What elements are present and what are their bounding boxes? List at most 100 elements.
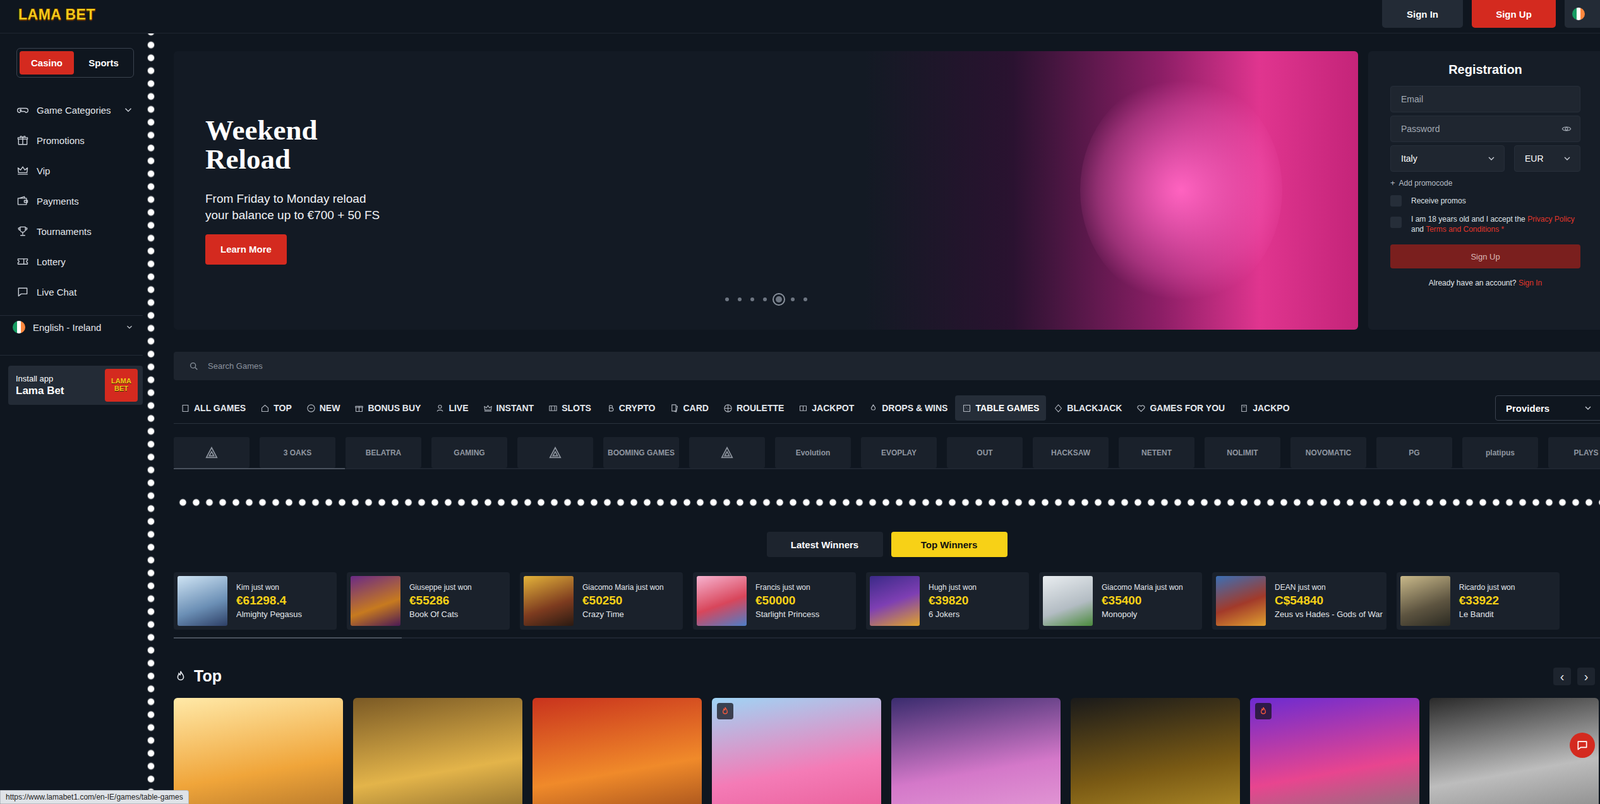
game-tile[interactable] <box>1070 697 1240 804</box>
mode-button[interactable]: Sports <box>76 51 131 75</box>
carousel-dot[interactable] <box>790 297 795 302</box>
sidebar-item[interactable]: Payments <box>0 185 143 217</box>
carousel-dot[interactable] <box>775 296 782 303</box>
category-tab[interactable]: TABLE GAMES <box>955 395 1047 421</box>
sidebar-item[interactable]: Promotions <box>0 125 143 156</box>
currency-select[interactable]: EUR <box>1514 145 1581 172</box>
add-promocode-link[interactable]: +Add promocode <box>1390 178 1581 188</box>
sidebar-item[interactable]: Game Categories <box>0 94 143 126</box>
provider-logo[interactable] <box>517 437 594 469</box>
provider-logo[interactable]: BELATRA <box>345 437 422 469</box>
next-button[interactable]: › <box>1577 667 1595 686</box>
winner-card[interactable]: Francis just won€50000Starlight Princess <box>692 572 856 630</box>
separator <box>0 354 143 356</box>
provider-logo[interactable]: NOVOMATIC <box>1290 437 1367 469</box>
winner-card[interactable]: DEAN just wonC$54840Zeus vs Hades - Gods… <box>1212 572 1387 630</box>
terms-link[interactable]: Terms and Conditions <box>1425 224 1499 234</box>
winners-tab[interactable]: Top Winners <box>891 531 1008 558</box>
sidebar-item[interactable]: Tournaments <box>0 216 143 247</box>
terms-checkbox[interactable]: I am 18 years old and I accept the Priva… <box>1390 214 1581 235</box>
learn-more-button[interactable]: Learn More <box>205 234 287 265</box>
provider-logo[interactable]: platipus <box>1462 437 1539 469</box>
category-tab[interactable]: JACKPOT <box>791 395 861 421</box>
carousel-dot[interactable] <box>725 297 729 302</box>
winners-tab[interactable]: Latest Winners <box>766 531 884 558</box>
winner-card[interactable]: Ricardo just won€33922Le Bandit <box>1396 572 1560 630</box>
category-tab[interactable]: BONUS BUY <box>347 395 428 421</box>
provider-logo[interactable] <box>689 437 765 469</box>
game-tile[interactable] <box>711 697 882 804</box>
logo[interactable]: LAMA BET <box>18 6 96 24</box>
scroll-thumb[interactable] <box>173 468 345 470</box>
mode-button[interactable]: Casino <box>19 51 74 75</box>
winner-card[interactable]: Giuseppe just won€55286Book Of Cats <box>346 572 510 630</box>
live-chat-button[interactable] <box>1569 732 1595 758</box>
category-tab[interactable]: JACKPO <box>1232 395 1297 421</box>
password-input[interactable] <box>1390 115 1581 143</box>
registration-sign-up-button[interactable]: Sign Up <box>1390 244 1581 269</box>
provider-scrollbar[interactable] <box>173 468 1600 470</box>
provider-logo[interactable]: PLAYS <box>1548 437 1600 469</box>
category-tab[interactable]: LIVE <box>428 395 476 421</box>
provider-logo[interactable] <box>173 437 250 469</box>
category-tab[interactable]: DROPS & WINS <box>861 395 955 421</box>
country-select[interactable]: Italy <box>1390 145 1505 172</box>
category-tab[interactable]: GAMES FOR YOU <box>1129 395 1232 421</box>
provider-logo[interactable]: Evolution <box>775 437 851 469</box>
game-tile[interactable] <box>173 697 343 804</box>
required-mark: * <box>1501 224 1505 234</box>
sidebar-item[interactable]: Vip <box>0 155 143 186</box>
game-tile[interactable] <box>353 697 523 804</box>
category-tab[interactable]: SLOTS <box>541 395 599 421</box>
winner-card[interactable]: Hugh just won€398206 Jokers <box>866 572 1029 630</box>
carousel-dot[interactable] <box>750 297 755 302</box>
sidebar-item[interactable]: Lottery <box>0 246 143 277</box>
provider-logo[interactable]: PG <box>1376 437 1453 469</box>
category-tab[interactable]: ROULETTE <box>716 395 791 421</box>
eye-icon[interactable] <box>1561 123 1572 134</box>
category-tabs: ALL GAMESTOPNEWBONUS BUYLIVEINSTANTSLOTS… <box>173 395 1496 421</box>
winner-card[interactable]: Giacomo Maria just won€50250Crazy Time <box>519 572 683 630</box>
provider-logo[interactable]: OUT <box>946 437 1023 469</box>
provider-logo[interactable]: NOLIMIT <box>1204 437 1281 469</box>
scroll-thumb[interactable] <box>173 637 402 639</box>
install-app-card[interactable]: Install appLama BetLAMA BET <box>8 365 143 405</box>
carousel-dot[interactable] <box>737 297 742 302</box>
carousel-dot[interactable] <box>803 297 808 302</box>
privacy-policy-link[interactable]: Privacy Policy <box>1527 214 1575 224</box>
provider-logo[interactable]: GAMING <box>431 437 508 469</box>
sign-in-button[interactable]: Sign In <box>1382 0 1463 28</box>
category-tab[interactable]: TOP <box>253 395 299 421</box>
checkbox[interactable] <box>1390 195 1402 207</box>
category-tab[interactable]: ALL GAMES <box>173 395 253 421</box>
language-selector[interactable]: English - Ireland <box>0 307 143 347</box>
sign-up-button[interactable]: Sign Up <box>1471 0 1556 28</box>
winners-scrollbar[interactable] <box>173 637 1600 639</box>
category-tab[interactable]: NEW <box>299 395 348 421</box>
provider-logo[interactable]: NETENT <box>1118 437 1195 469</box>
category-tab[interactable]: CRYPTO <box>598 395 663 421</box>
region-selector[interactable] <box>1564 0 1600 28</box>
provider-logo[interactable]: EVOPLAY <box>860 437 937 469</box>
receive-promos-checkbox[interactable]: Receive promos <box>1390 195 1581 207</box>
category-tab[interactable]: CARD <box>662 395 716 421</box>
winner-card[interactable]: Giacomo Maria just won€35400Monopoly <box>1039 572 1203 630</box>
game-tile[interactable] <box>1250 697 1420 804</box>
provider-logo[interactable]: HACKSAW <box>1032 437 1109 469</box>
search-input[interactable] <box>206 360 1600 372</box>
checkbox[interactable] <box>1390 216 1402 229</box>
previous-button[interactable]: ‹ <box>1553 667 1571 686</box>
carousel-dot[interactable] <box>763 297 767 302</box>
sidebar-item[interactable]: Live Chat <box>0 276 143 307</box>
game-tile[interactable] <box>891 697 1061 804</box>
fire-icon <box>720 706 731 717</box>
provider-logo[interactable]: BOOMING GAMES <box>603 437 680 469</box>
winner-card[interactable]: Kim just won€61298.4Almighty Pegasus <box>173 572 337 630</box>
game-tile[interactable] <box>532 697 702 804</box>
category-tab[interactable]: INSTANT <box>476 395 542 421</box>
sign-in-link[interactable]: Sign In <box>1518 278 1542 288</box>
email-input[interactable] <box>1390 85 1581 113</box>
category-tab[interactable]: BLACKJACK <box>1046 395 1129 421</box>
providers-dropdown[interactable]: Providers <box>1495 395 1600 421</box>
provider-logo[interactable]: 3 OAKS <box>259 437 336 469</box>
